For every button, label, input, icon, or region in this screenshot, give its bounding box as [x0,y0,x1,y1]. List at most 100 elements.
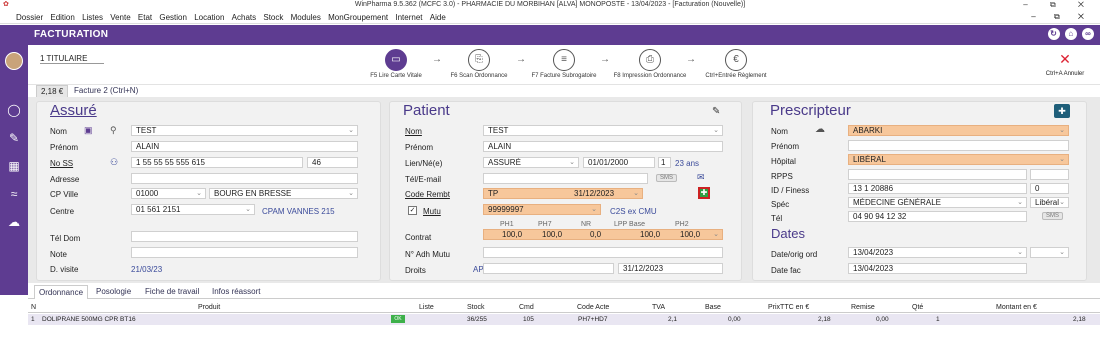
chat-icon[interactable]: ◯ [6,103,22,117]
calendar-icon[interactable]: ▦ [6,159,22,173]
presc-spec-field[interactable]: MÉDECINE GÉNÉRALE ⌄ [848,197,1027,208]
patient-age: 23 ans [675,159,700,168]
mutu-field[interactable]: 99999997 ⌄ [483,204,601,215]
menu-achats[interactable]: Achats [232,11,256,24]
status-ok-icon[interactable]: ✚ [698,187,710,199]
mdi-controls[interactable]: – ⧉ ✕ [1031,12,1092,22]
assure-teldom-field[interactable] [131,231,358,242]
step-impression-ordonnance[interactable]: ⎙ F8 Impression Ordonnance [610,45,690,79]
refresh-icon[interactable]: ↻ [1047,28,1060,40]
menu-dossier[interactable]: Dossier [16,11,43,24]
menu-modules[interactable]: Modules [291,11,321,24]
contrat-header-nr: NR [581,221,592,228]
cloud-icon[interactable]: ☁ [6,215,22,229]
menu-stock[interactable]: Stock [263,11,283,24]
col-code-acte: Code Acte [577,304,610,311]
people-icon[interactable]: ⚇ [110,157,118,168]
menu-location[interactable]: Location [194,11,224,24]
menu-mongroupement[interactable]: MonGroupement [328,11,388,24]
datefac-field[interactable]: 13/04/2023 [848,263,1027,274]
step-facture-subrogatoire[interactable]: ≡ F7 Facture Subrogatoire [524,45,604,79]
assure-nom-field[interactable]: TEST ⌄ [131,125,358,136]
teldom-label: Tél Dom [50,234,81,243]
step-lire-carte-vitale[interactable]: ▭ F5 Lire Carte Vitale [356,45,436,79]
mutu-checkbox[interactable]: ✓ [408,206,417,215]
droits-start-field[interactable] [483,263,614,274]
contrat-header-ph7: PH7 [538,221,552,228]
assure-adresse-field[interactable] [131,173,358,184]
contrat-label: Contrat [405,233,432,242]
chevron-down-icon: ⌄ [713,231,719,238]
search-person-icon[interactable]: ⚲ [110,125,117,136]
presc-prenom-field[interactable] [848,140,1069,151]
patient-lien-field[interactable]: ASSURÉ ⌄ [483,157,579,168]
patient-birthdate-field[interactable]: 01/01/2000 [583,157,655,168]
avatar[interactable] [5,52,23,70]
assure-noss-key-field[interactable]: 46 [307,157,358,168]
assure-cp-field[interactable]: 01000 ⌄ [131,188,206,199]
presc-rpps2-field[interactable] [1030,169,1069,180]
contrat-header-ph2: PH2 [675,221,689,228]
patient-rang-field[interactable]: 1 [658,157,671,168]
menu-edition[interactable]: Edition [50,11,74,24]
assure-noss-field[interactable]: 1 55 55 55 555 615 [131,157,303,168]
adresse-label: Adresse [50,175,80,184]
contrat-field[interactable]: 100,0 100,0 0,0 100,0 100,0 ⌄ [483,229,723,240]
datefac-label: Date fac [771,266,801,275]
tab-posologie[interactable]: Posologie [92,287,135,296]
presc-nom-label: Nom [771,127,788,136]
assure-centre-field[interactable]: 01 561 2151 ⌄ [131,204,255,215]
patient-prenom-field[interactable]: ALAIN [483,141,723,152]
tab-invoice-1[interactable]: 2,18 € [36,85,69,97]
patient-tel-label: Tél/E-mail [405,175,442,184]
presc-rpps-field[interactable] [848,169,1027,180]
presc-spec2-field[interactable]: Libéral ⌄ [1030,197,1069,208]
dateord-field[interactable]: 13/04/2023 ⌄ [848,247,1027,258]
cell-montant: 2,18 [1073,316,1086,323]
presc-tel-field[interactable]: 04 90 94 12 32 [848,211,1027,222]
nadh-field[interactable] [483,247,723,258]
link-icon[interactable]: ∞ [1082,28,1094,40]
tab-ordonnance[interactable]: Ordonnance [34,285,89,299]
tab-fiche-travail[interactable]: Fiche de travail [141,287,203,296]
patient-tel-field[interactable] [483,173,648,184]
menu-internet[interactable]: Internet [395,11,422,24]
step-scan-ordonnance[interactable]: ⎘ F6 Scan Ordonnance [439,45,519,79]
wave-icon[interactable]: ≈ [6,187,22,201]
cloud-icon[interactable]: ☁ [815,124,825,135]
presc-hopital-field[interactable]: LIBÉRAL ⌄ [848,154,1069,165]
droits-end-field[interactable]: 31/12/2023 [618,263,723,274]
cancel-button[interactable]: ✕ Ctrl+A Annuler [1035,45,1095,77]
edit-pencil-icon[interactable]: ✎ [712,106,720,117]
titulaire-selector[interactable]: 1 TITULAIRE [40,54,104,64]
col-n: N [31,304,37,311]
menu-gestion[interactable]: Gestion [159,11,187,24]
dateord2-field[interactable]: ⌄ [1030,247,1069,258]
window-controls[interactable]: – ⧉ ✕ [1023,0,1094,10]
centre-name: CPAM VANNES 215 [262,207,335,216]
home-icon[interactable]: ⌂ [1064,28,1077,40]
assure-prenom-field[interactable]: ALAIN [131,141,358,152]
pen-icon[interactable]: ✎ [6,131,22,145]
menu-aide[interactable]: Aide [430,11,446,24]
person-card-icon[interactable]: ▣ [84,125,93,136]
presc-nom-field[interactable]: ABARKI ⌄ [848,125,1069,136]
sms-icon[interactable]: SMS [1042,212,1064,220]
assure-ville-field[interactable]: BOURG EN BRESSE ⌄ [209,188,358,199]
tab-infos-reassort[interactable]: Infos réassort [208,287,264,296]
tab-invoice-2[interactable]: Facture 2 (Ctrl+N) [70,85,142,97]
doctor-bag-icon[interactable]: ✚ [1054,104,1070,118]
code-rembt-field[interactable]: TP 31/12/2023 ⌄ [483,188,643,199]
prescripteur-title: Prescripteur [770,102,851,119]
step-reglement[interactable]: € Ctrl+Entrée Règlement [696,45,776,79]
patient-nom-field[interactable]: TEST ⌄ [483,125,723,136]
assure-note-field[interactable] [131,247,358,258]
mail-icon[interactable]: ✉ [697,172,705,183]
menu-etat[interactable]: Etat [138,11,152,24]
sms-icon[interactable]: SMS [656,174,678,182]
menu-listes[interactable]: Listes [82,11,103,24]
presc-finess2-field[interactable]: 0 [1030,183,1069,194]
presc-finess-field[interactable]: 13 1 20886 [848,183,1027,194]
chevron-down-icon: ⌄ [713,127,719,134]
menu-vente[interactable]: Vente [110,11,130,24]
